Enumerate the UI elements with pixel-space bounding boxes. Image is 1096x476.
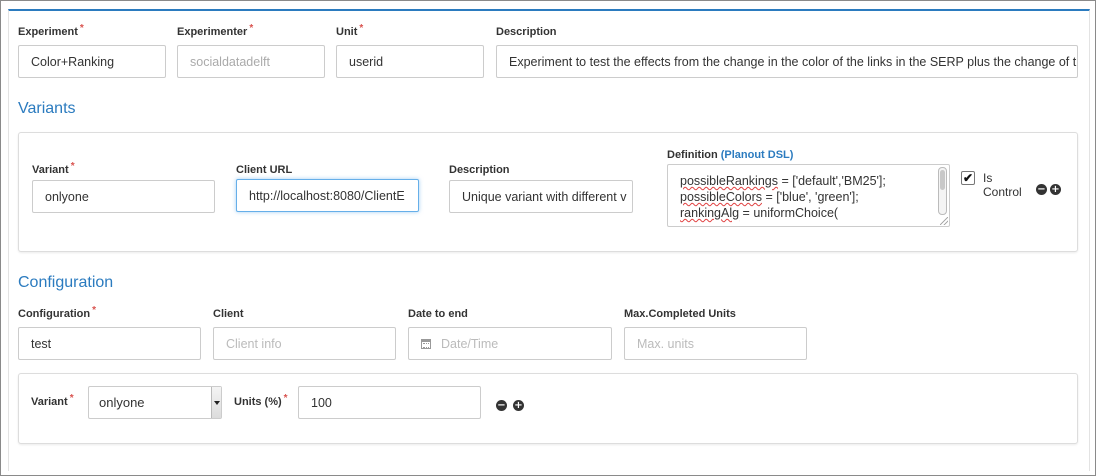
variant-select[interactable]: onlyone — [88, 386, 222, 419]
client-info-field[interactable]: Client info — [213, 327, 396, 360]
definition-line2: = ['blue', 'green']; — [761, 190, 859, 204]
unit-label: Unit * — [336, 23, 364, 38]
resize-handle[interactable] — [940, 217, 948, 225]
variants-section-title: Variants — [18, 100, 76, 117]
required-mark: * — [79, 23, 84, 34]
max-units-field[interactable]: Max. units — [624, 327, 807, 360]
required-mark: * — [249, 23, 254, 34]
variant-label-text: Variant — [32, 164, 69, 176]
experiment-label-text: Experiment — [18, 26, 78, 38]
window-frame: Experiment * Color+Ranking Experimenter * … — [0, 0, 1096, 476]
required-mark: * — [92, 305, 97, 316]
definition-textarea[interactable]: possibleRankings = ['default','BM25']; p… — [667, 164, 950, 227]
minus-icon: − — [497, 399, 506, 411]
experiment-panel: Experiment * Color+Ranking Experimenter * … — [8, 9, 1090, 471]
configuration-name-field[interactable]: test — [18, 327, 201, 360]
definition-line3: = uniformChoice( — [739, 206, 839, 220]
configuration-label: Configuration * — [18, 305, 97, 320]
plus-icon: + — [1051, 183, 1060, 195]
add-variant-button[interactable]: + — [1050, 184, 1061, 195]
client-url-label: Client URL — [236, 164, 293, 176]
configuration-section-title: Configuration — [18, 274, 114, 291]
variant-name-field[interactable]: onlyone — [32, 180, 215, 213]
scroll-thumb[interactable] — [940, 170, 945, 190]
is-control-label: Is Control — [983, 171, 1022, 199]
chevron-down-icon[interactable] — [211, 387, 221, 418]
definition-label: Definition (Planout DSL) — [667, 149, 793, 161]
experiment-label: Experiment * — [18, 23, 84, 38]
distribution-variant-label-text: Variant — [31, 396, 68, 408]
client-url-field[interactable]: http://localhost:8080/ClientE — [236, 179, 419, 212]
description-label: Description — [496, 26, 557, 38]
add-distribution-button[interactable]: + — [513, 400, 524, 411]
experimenter-label-text: Experimenter — [177, 26, 248, 38]
variant-label: Variant * — [32, 161, 75, 176]
configuration-label-text: Configuration — [18, 308, 91, 320]
variant-select-value: onlyone — [99, 395, 145, 410]
experimenter-label: Experimenter * — [177, 23, 254, 38]
planout-dsl-link[interactable]: (Planout DSL) — [721, 149, 794, 161]
definition-scrollbar[interactable] — [938, 167, 947, 215]
remove-variant-button[interactable]: − — [1036, 184, 1047, 195]
is-control-label-line2: Control — [983, 185, 1022, 199]
experiment-name-field[interactable]: Color+Ranking — [18, 45, 166, 78]
minus-icon: − — [1037, 183, 1046, 195]
plus-icon: + — [514, 399, 523, 411]
distribution-card: Variant * onlyone Units (%) * 100 − + — [18, 373, 1078, 444]
definition-line2-var: possibleColors — [680, 190, 762, 204]
remove-distribution-button[interactable]: − — [496, 400, 507, 411]
max-units-label: Max.Completed Units — [624, 308, 736, 320]
calendar-icon[interactable] — [421, 338, 431, 349]
date-placeholder: Date/Time — [441, 336, 499, 351]
unit-label-text: Unit — [336, 26, 358, 38]
is-control-checkbox[interactable]: ✔ — [961, 171, 975, 185]
units-percent-field[interactable]: 100 — [298, 386, 481, 419]
required-mark: * — [70, 161, 75, 172]
variant-card: Variant * onlyone Client URL http://local… — [18, 132, 1078, 252]
client-label: Client — [213, 308, 244, 320]
definition-line1-var: possibleRankings — [680, 174, 778, 188]
distribution-variant-label: Variant * — [31, 393, 74, 408]
required-mark: * — [283, 393, 288, 404]
variant-description-field[interactable]: Unique variant with different v — [449, 180, 633, 213]
variant-description-label: Description — [449, 164, 510, 176]
is-control-label-line1: Is — [983, 171, 993, 185]
definition-label-text: Definition — [667, 149, 718, 161]
unit-field[interactable]: userid — [336, 45, 484, 78]
definition-line3-var: rankingAlg — [680, 206, 740, 220]
experimenter-field: socialdatadelft — [177, 45, 325, 78]
units-label: Units (%) * — [234, 393, 288, 408]
required-mark: * — [359, 23, 364, 34]
checkmark-icon: ✔ — [962, 171, 974, 185]
definition-line1: = ['default','BM25']; — [777, 174, 886, 188]
date-to-end-field[interactable]: Date/Time — [408, 327, 612, 360]
description-field[interactable]: Experiment to test the effects from the … — [496, 45, 1078, 78]
date-to-end-label: Date to end — [408, 308, 468, 320]
units-label-text: Units (%) — [234, 396, 282, 408]
required-mark: * — [69, 393, 74, 404]
